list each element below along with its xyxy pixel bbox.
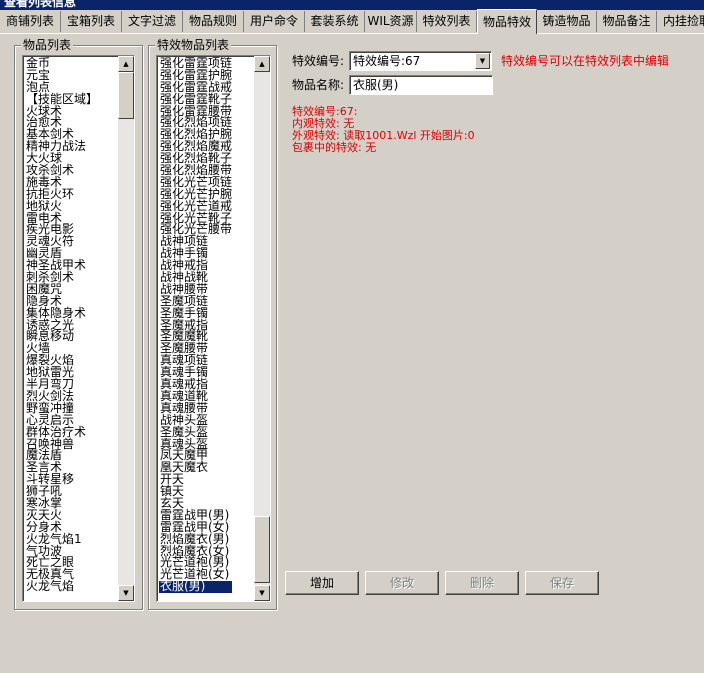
item-name-field[interactable]: 衣服(男)	[349, 75, 493, 95]
delete-button[interactable]: 删除	[445, 571, 519, 595]
tab-shop-list[interactable]: 商铺列表	[0, 11, 61, 32]
scroll-thumb[interactable]	[254, 516, 270, 583]
save-button[interactable]: 保存	[525, 571, 599, 595]
effect-id-hint: 特效编号可以在特效列表中编辑	[501, 54, 670, 68]
effect-list-title: 特效物品列表	[155, 38, 232, 52]
add-button[interactable]: 增加	[285, 571, 359, 595]
effect-id-label: 特效编号:	[292, 54, 345, 68]
tab-user-commands[interactable]: 用户命令	[244, 11, 305, 32]
arrow-down-icon[interactable]: ▼	[118, 585, 134, 601]
tab-chest-list[interactable]: 宝箱列表	[61, 11, 122, 32]
effect-id-value: 特效编号:67	[353, 54, 421, 68]
scroll-thumb[interactable]	[118, 72, 134, 119]
edit-button[interactable]: 修改	[365, 571, 439, 595]
tab-item-notes[interactable]: 物品备注	[597, 11, 657, 32]
window-title: 查看列表信息	[4, 0, 77, 9]
tab-forge-items[interactable]: 铸造物品	[537, 11, 597, 32]
arrow-down-icon[interactable]: ▼	[254, 585, 270, 601]
tab-wil-resources[interactable]: WIL资源	[365, 11, 417, 32]
item-name-label: 物品名称:	[292, 78, 345, 92]
window-titlebar: 查看列表信息	[0, 0, 704, 10]
tab-bar: 商铺列表 宝箱列表 文字过滤 物品规则 用户命令 套装系统 WIL资源 特效列表…	[0, 9, 704, 34]
item-list-scrollbar[interactable]: ▲ ▼	[118, 56, 134, 601]
effect-list-scrollbar[interactable]: ▲ ▼	[254, 56, 270, 601]
item-list-title: 物品列表	[21, 38, 74, 52]
effect-id-select[interactable]: 特效编号:67 ▼	[349, 51, 492, 71]
item-name-value: 衣服(男)	[353, 78, 399, 92]
item-list-group: 物品列表 金币 元宝 泡点 【技能区域】 火球术 治愈术 基本剑术 精神力战法 大火球 攻杀剑术施…	[14, 38, 143, 610]
effect-info: 特效编号:67: 内观特效: 无 外观特效: 读取1001.Wzl 开始图片:0…	[292, 106, 475, 154]
list-item[interactable]: 火龙气焰	[25, 580, 98, 593]
tab-effect-list[interactable]: 特效列表	[417, 11, 477, 32]
tab-divider	[0, 33, 704, 34]
arrow-up-icon[interactable]: ▲	[254, 56, 270, 72]
tab-auto-pickup[interactable]: 内挂捡取	[657, 11, 704, 32]
tab-suit-system[interactable]: 套装系统	[305, 11, 365, 32]
tab-item-rules[interactable]: 物品规则	[183, 11, 244, 32]
effect-listbox[interactable]: 强化雷霆项链 强化雷霆护腕 强化雷霆战戒 强化雷霆靴子 强化雷霆腰带 强化烈焰项链 强化烈焰…	[156, 55, 271, 602]
arrow-up-icon[interactable]: ▲	[118, 56, 134, 72]
info-bag-effect: 包裹中的特效: 无	[292, 141, 377, 154]
item-listbox[interactable]: 金币 元宝 泡点 【技能区域】 火球术 治愈术 基本剑术 精神力战法 大火球 攻杀剑术 施毒术 抗拒火…	[22, 55, 135, 602]
effect-list-group: 特效物品列表 强化雷霆项链 强化雷霆护腕 强化雷霆战戒 强化雷霆靴子 强化雷霆腰带 强化烈…	[148, 38, 277, 610]
dropdown-arrow-icon[interactable]: ▼	[475, 53, 490, 69]
tab-text-filter[interactable]: 文字过滤	[122, 11, 183, 32]
list-item[interactable]: 衣服(男)	[159, 580, 233, 594]
tab-item-effects[interactable]: 物品特效	[477, 9, 537, 34]
